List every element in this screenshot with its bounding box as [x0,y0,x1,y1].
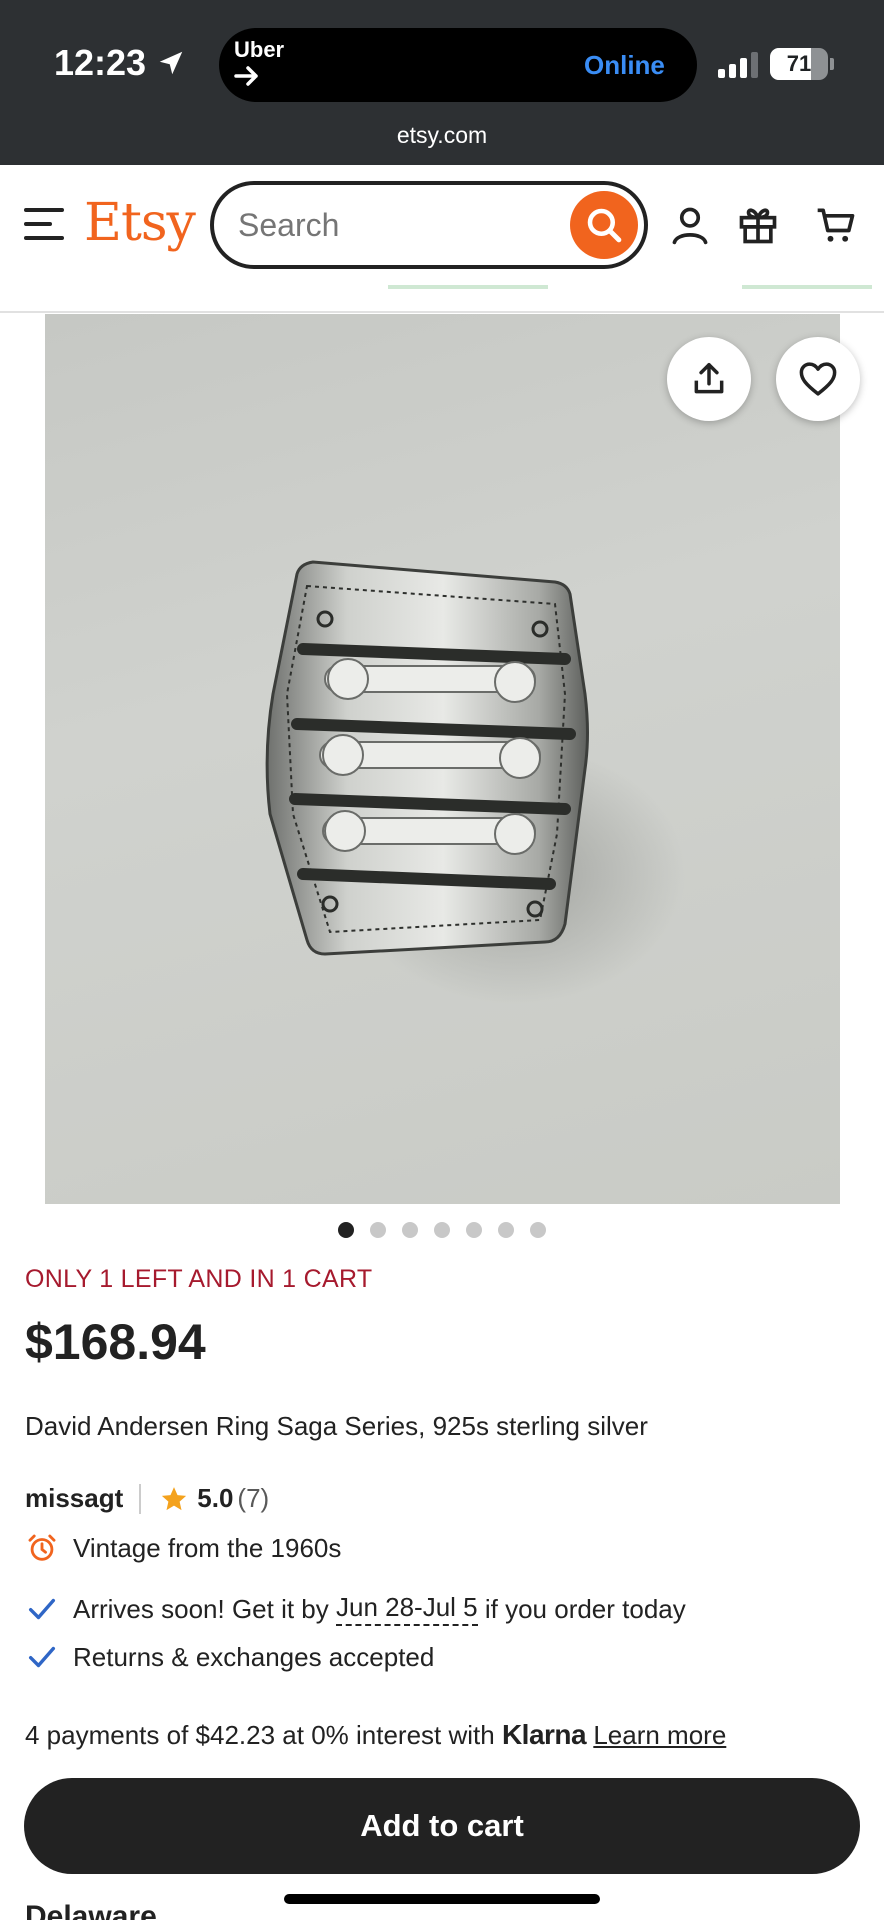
search-bar[interactable] [210,181,648,269]
star-icon [162,1486,187,1510]
ring-photo [265,560,685,1004]
seller-name[interactable]: missagt [25,1483,123,1514]
battery-cap [830,58,834,70]
carousel-dot[interactable] [530,1222,546,1238]
location-arrow-icon [159,51,183,75]
gift-icon[interactable] [736,203,780,247]
battery-icon: 71 [770,48,828,80]
cellular-signal-icon [718,52,758,78]
cart-icon[interactable] [814,203,858,247]
island-app-name: Uber [234,37,285,62]
carousel-dot[interactable] [338,1222,354,1238]
learn-more-link[interactable]: Learn more [593,1720,726,1750]
add-to-cart-button[interactable]: Add to cart [24,1778,860,1874]
home-indicator[interactable] [284,1894,600,1904]
arrow-right-icon [234,66,258,86]
clock-time: 12:23 [54,42,147,83]
vintage-label: Vintage from the 1960s [73,1532,342,1563]
next-section-heading: Delaware... [25,1900,182,1920]
returns-label: Returns & exchanges accepted [73,1641,435,1672]
image-carousel-indicator[interactable] [0,1222,884,1238]
search-input[interactable] [238,199,538,251]
seller-row: missagt 5.0 (7) [25,1483,269,1514]
product-title: David Andersen Ring Saga Series, 925s st… [25,1411,648,1441]
carousel-dot[interactable] [370,1222,386,1238]
arrival-row: Arrives soon! Get it by Jun 28-Jul 5 if … [25,1592,686,1626]
arrival-prefix: Arrives soon! Get it by [73,1593,336,1624]
rating-value[interactable]: 5.0 [197,1483,233,1514]
share-icon [694,363,724,394]
header-divider [0,285,884,313]
island-app-label[interactable]: Uber [234,38,284,86]
klarna-row: 4 payments of $42.23 at 0% interest with… [25,1719,726,1751]
carousel-dot[interactable] [498,1222,514,1238]
klarna-logo: Klarna [501,1719,587,1750]
checkmark-icon [28,1646,56,1668]
status-bar: 12:23 Uber Online 71 etsy.com [0,0,884,165]
user-icon[interactable] [668,203,712,247]
search-button[interactable] [570,191,638,259]
site-header: Etsy [0,165,884,285]
product-image[interactable] [45,314,840,1204]
klarna-text: 4 payments of $42.23 at 0% interest with [25,1720,502,1750]
url-label[interactable]: etsy.com [0,122,884,149]
vintage-row: Vintage from the 1960s [25,1531,341,1565]
stock-notice: ONLY 1 LEFT AND IN 1 CART [25,1265,373,1293]
menu-icon[interactable] [24,208,64,240]
favorite-button[interactable] [776,337,860,421]
divider [139,1483,142,1514]
carousel-dot[interactable] [434,1222,450,1238]
review-count[interactable]: (7) [237,1483,269,1514]
battery-level: 71 [786,51,812,76]
carousel-dot[interactable] [402,1222,418,1238]
checkmark-icon [28,1598,56,1620]
arrival-suffix: if you order today [477,1593,686,1624]
returns-row: Returns & exchanges accepted [25,1640,434,1674]
arrival-dates[interactable]: Jun 28-Jul 5 [335,1592,478,1626]
share-button[interactable] [667,337,751,421]
island-status: Online [584,50,665,80]
carousel-dot[interactable] [466,1222,482,1238]
price: $168.94 [25,1314,206,1370]
alarm-clock-icon [28,1534,56,1561]
search-icon [587,208,622,243]
clock: 12:23 [54,42,186,84]
heart-icon [799,362,837,396]
etsy-logo[interactable]: Etsy [84,193,196,253]
